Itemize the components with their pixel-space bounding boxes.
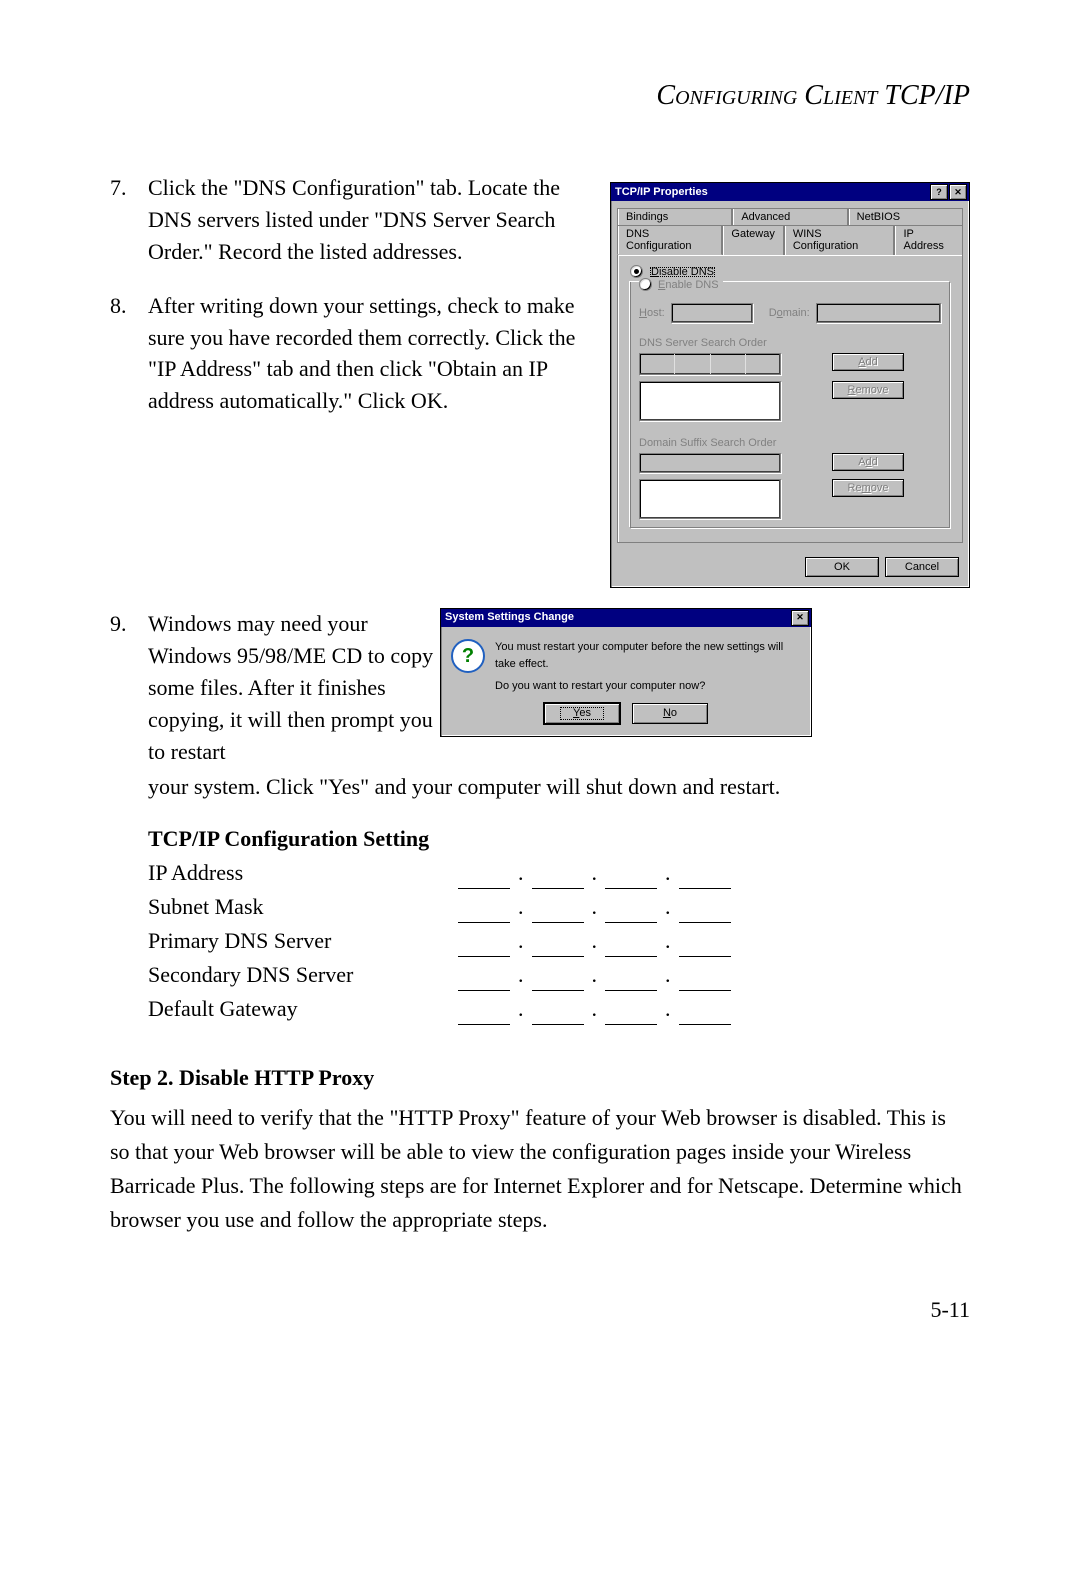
tab-row-1: Bindings Advanced NetBIOS xyxy=(611,201,969,224)
dialog-title: TCP/IP Properties xyxy=(615,186,708,198)
dns-server-list[interactable] xyxy=(639,381,781,421)
tab-dns-configuration[interactable]: DNS Configuration xyxy=(617,225,722,255)
radio-icon xyxy=(630,265,643,278)
suffix-input[interactable] xyxy=(639,453,781,473)
config-label: Secondary DNS Server xyxy=(148,959,458,991)
cancel-button[interactable]: Cancel xyxy=(885,557,959,577)
tab-wins-configuration[interactable]: WINS Configuration xyxy=(784,225,895,255)
step-number: 7. xyxy=(110,172,148,268)
radio-label: DDisable DNSisable DNS xyxy=(649,266,716,278)
dns-search-order-label: DNS Server Search Order xyxy=(639,337,941,349)
domain-suffix-label: Domain Suffix Search Order xyxy=(639,437,941,449)
config-row: IP Address... xyxy=(148,857,970,889)
config-row: Default Gateway... xyxy=(148,993,970,1025)
radio-disable-dns[interactable]: DDisable DNSisable DNS xyxy=(630,265,950,278)
dns-ip-input[interactable] xyxy=(639,353,781,375)
config-label: Subnet Mask xyxy=(148,891,458,923)
system-settings-change-dialog: System Settings Change ✕ ? You must rest… xyxy=(440,608,812,737)
page-header: Configuring Client TCP/IP xyxy=(110,80,970,112)
yes-button[interactable]: Yes xyxy=(544,703,620,725)
config-row: Secondary DNS Server... xyxy=(148,959,970,991)
tab-panel: DDisable DNSisable DNS Enable DNS Host: … xyxy=(617,254,963,543)
radio-icon xyxy=(639,278,652,291)
host-input[interactable] xyxy=(671,303,753,323)
dialog-line1: You must restart your computer before th… xyxy=(495,639,801,672)
remove-button[interactable]: Remove xyxy=(832,381,904,399)
config-blanks: ... xyxy=(458,993,731,1025)
domain-label: Domain: xyxy=(769,307,810,319)
close-icon[interactable]: ✕ xyxy=(791,610,809,626)
config-blanks: ... xyxy=(458,959,731,991)
remove-button[interactable]: Remove xyxy=(832,479,904,497)
config-blanks: ... xyxy=(458,891,731,923)
suffix-list[interactable] xyxy=(639,479,781,519)
step-text: Click the "DNS Configuration" tab. Locat… xyxy=(148,172,590,268)
step-number: 8. xyxy=(110,290,148,418)
add-button[interactable]: Add xyxy=(832,453,904,471)
dialog-title: System Settings Change xyxy=(445,610,574,626)
tab-bindings[interactable]: Bindings xyxy=(617,208,732,225)
question-icon: ? xyxy=(451,639,485,673)
help-icon[interactable]: ? xyxy=(930,184,948,200)
page-number: 5-11 xyxy=(110,1297,970,1323)
config-blanks: ... xyxy=(458,925,731,957)
tab-advanced[interactable]: Advanced xyxy=(732,208,847,225)
tab-netbios[interactable]: NetBIOS xyxy=(848,208,963,225)
step2-body: You will need to verify that the "HTTP P… xyxy=(110,1101,970,1237)
config-label: Default Gateway xyxy=(148,993,458,1025)
no-button[interactable]: No xyxy=(632,703,708,725)
step-8: 8. After writing down your settings, che… xyxy=(110,290,590,418)
dialog-titlebar: System Settings Change ✕ xyxy=(441,609,811,627)
config-blanks: ... xyxy=(458,857,731,889)
step-9: 9. Windows may need your Windows 95/98/M… xyxy=(110,608,970,1025)
config-row: Subnet Mask... xyxy=(148,891,970,923)
config-label: IP Address xyxy=(148,857,458,889)
step-7: 7. Click the "DNS Configuration" tab. Lo… xyxy=(110,172,590,268)
step-text: After writing down your settings, check … xyxy=(148,290,590,418)
config-label: Primary DNS Server xyxy=(148,925,458,957)
tab-ip-address[interactable]: IP Address xyxy=(894,225,963,255)
step2-heading: Step 2. Disable HTTP Proxy xyxy=(110,1065,970,1091)
tcpip-properties-dialog: TCP/IP Properties ? ✕ Bindings Advanced … xyxy=(610,182,970,588)
radio-label: Enable DNS xyxy=(658,279,719,291)
close-icon[interactable]: ✕ xyxy=(949,184,967,200)
domain-input[interactable] xyxy=(816,303,941,323)
dialog-line2: Do you want to restart your computer now… xyxy=(495,678,801,695)
config-row: Primary DNS Server... xyxy=(148,925,970,957)
tab-row-2: DNS Configuration Gateway WINS Configura… xyxy=(611,224,969,254)
host-label: Host: xyxy=(639,307,665,319)
add-button[interactable]: Add xyxy=(832,353,904,371)
dialog-message: You must restart your computer before th… xyxy=(495,639,801,695)
ok-button[interactable]: OK xyxy=(805,557,879,577)
radio-enable-dns[interactable]: Enable DNS xyxy=(639,278,723,291)
step-text-part2: your system. Click "Yes" and your comput… xyxy=(148,771,780,803)
dialog-titlebar: TCP/IP Properties ? ✕ xyxy=(611,183,969,201)
tab-gateway[interactable]: Gateway xyxy=(722,225,783,255)
step-number: 9. xyxy=(110,608,148,767)
config-table-heading: TCP/IP Configuration Setting xyxy=(148,823,970,855)
step-text-part1: Windows may need your Windows 95/98/ME C… xyxy=(148,608,440,767)
